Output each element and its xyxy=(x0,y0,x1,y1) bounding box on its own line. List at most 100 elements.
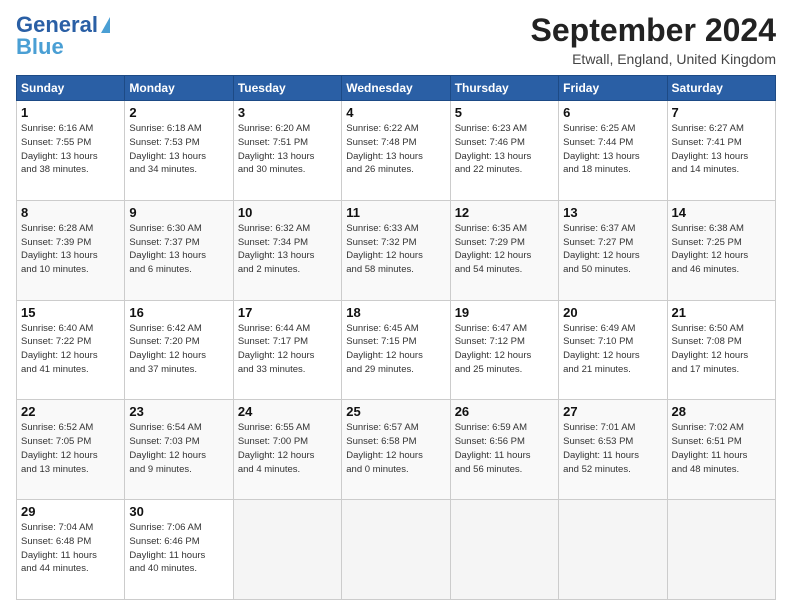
day-info: Sunrise: 6:18 AMSunset: 7:53 PMDaylight:… xyxy=(129,122,228,177)
day-cell-17: 17 Sunrise: 6:44 AMSunset: 7:17 PMDayligh… xyxy=(233,300,341,400)
logo-blue: Blue xyxy=(16,34,64,60)
day-cell-21: 21 Sunrise: 6:50 AMSunset: 7:08 PMDayligh… xyxy=(667,300,775,400)
day-number: 1 xyxy=(21,105,120,120)
day-cell-14: 14Sunrise: 6:38 AMSunset: 7:25 PMDayligh… xyxy=(667,200,775,300)
day-number: 22 xyxy=(21,404,120,419)
empty-cell xyxy=(667,500,775,600)
day-number: 15 xyxy=(21,305,120,320)
logo-triangle-icon xyxy=(101,17,110,33)
header: General Blue September 2024 Etwall, Engl… xyxy=(16,12,776,67)
title-block: September 2024 Etwall, England, United K… xyxy=(531,12,776,67)
day-number: 20 xyxy=(563,305,662,320)
day-cell-2: 2 Sunrise: 6:18 AMSunset: 7:53 PMDaylight… xyxy=(125,101,233,201)
day-info: Sunrise: 6:20 AMSunset: 7:51 PMDaylight:… xyxy=(238,122,337,177)
day-number: 17 xyxy=(238,305,337,320)
day-number: 8 xyxy=(21,205,120,220)
day-info: Sunrise: 6:28 AMSunset: 7:39 PMDaylight:… xyxy=(21,222,120,277)
day-number: 10 xyxy=(238,205,337,220)
day-info: Sunrise: 6:32 AMSunset: 7:34 PMDaylight:… xyxy=(238,222,337,277)
day-number: 11 xyxy=(346,205,445,220)
day-info: Sunrise: 6:33 AMSunset: 7:32 PMDaylight:… xyxy=(346,222,445,277)
day-info: Sunrise: 6:37 AMSunset: 7:27 PMDaylight:… xyxy=(563,222,662,277)
main-title: September 2024 xyxy=(531,12,776,49)
day-info: Sunrise: 6:57 AMSunset: 6:58 PMDaylight:… xyxy=(346,421,445,476)
day-info: Sunrise: 6:22 AMSunset: 7:48 PMDaylight:… xyxy=(346,122,445,177)
day-number: 28 xyxy=(672,404,771,419)
day-number: 21 xyxy=(672,305,771,320)
day-info: Sunrise: 7:06 AMSunset: 6:46 PMDaylight:… xyxy=(129,521,228,576)
day-cell-28: 28 Sunrise: 7:02 AMSunset: 6:51 PMDayligh… xyxy=(667,400,775,500)
day-cell-5: 5Sunrise: 6:23 AMSunset: 7:46 PMDaylight… xyxy=(450,101,558,201)
day-number: 24 xyxy=(238,404,337,419)
day-number: 23 xyxy=(129,404,228,419)
day-number: 13 xyxy=(563,205,662,220)
week-row-3: 15 Sunrise: 6:40 AMSunset: 7:22 PMDayligh… xyxy=(17,300,776,400)
day-cell-25: 25 Sunrise: 6:57 AMSunset: 6:58 PMDayligh… xyxy=(342,400,450,500)
day-number: 12 xyxy=(455,205,554,220)
day-cell-22: 22 Sunrise: 6:52 AMSunset: 7:05 PMDayligh… xyxy=(17,400,125,500)
day-number: 4 xyxy=(346,105,445,120)
day-info: Sunrise: 6:54 AMSunset: 7:03 PMDaylight:… xyxy=(129,421,228,476)
col-header-saturday: Saturday xyxy=(667,76,775,101)
day-number: 19 xyxy=(455,305,554,320)
day-cell-18: 18 Sunrise: 6:45 AMSunset: 7:15 PMDayligh… xyxy=(342,300,450,400)
day-cell-26: 26 Sunrise: 6:59 AMSunset: 6:56 PMDayligh… xyxy=(450,400,558,500)
day-info: Sunrise: 7:02 AMSunset: 6:51 PMDaylight:… xyxy=(672,421,771,476)
day-info: Sunrise: 6:16 AMSunset: 7:55 PMDaylight:… xyxy=(21,122,120,177)
day-info: Sunrise: 6:52 AMSunset: 7:05 PMDaylight:… xyxy=(21,421,120,476)
day-number: 7 xyxy=(672,105,771,120)
col-header-wednesday: Wednesday xyxy=(342,76,450,101)
day-cell-10: 10 Sunrise: 6:32 AMSunset: 7:34 PMDayligh… xyxy=(233,200,341,300)
day-cell-1: 1 Sunrise: 6:16 AMSunset: 7:55 PMDaylight… xyxy=(17,101,125,201)
week-row-5: 29 Sunrise: 7:04 AMSunset: 6:48 PMDayligh… xyxy=(17,500,776,600)
empty-cell xyxy=(342,500,450,600)
col-header-friday: Friday xyxy=(559,76,667,101)
day-number: 27 xyxy=(563,404,662,419)
day-number: 29 xyxy=(21,504,120,519)
empty-cell xyxy=(450,500,558,600)
day-info: Sunrise: 6:45 AMSunset: 7:15 PMDaylight:… xyxy=(346,322,445,377)
day-info: Sunrise: 6:55 AMSunset: 7:00 PMDaylight:… xyxy=(238,421,337,476)
day-info: Sunrise: 6:49 AMSunset: 7:10 PMDaylight:… xyxy=(563,322,662,377)
day-cell-13: 13 Sunrise: 6:37 AMSunset: 7:27 PMDayligh… xyxy=(559,200,667,300)
day-cell-19: 19 Sunrise: 6:47 AMSunset: 7:12 PMDayligh… xyxy=(450,300,558,400)
day-number: 2 xyxy=(129,105,228,120)
day-cell-15: 15 Sunrise: 6:40 AMSunset: 7:22 PMDayligh… xyxy=(17,300,125,400)
day-cell-3: 3 Sunrise: 6:20 AMSunset: 7:51 PMDaylight… xyxy=(233,101,341,201)
day-number: 26 xyxy=(455,404,554,419)
day-number: 25 xyxy=(346,404,445,419)
day-info: Sunrise: 7:04 AMSunset: 6:48 PMDaylight:… xyxy=(21,521,120,576)
day-info: Sunrise: 6:40 AMSunset: 7:22 PMDaylight:… xyxy=(21,322,120,377)
subtitle: Etwall, England, United Kingdom xyxy=(531,51,776,67)
day-cell-8: 8 Sunrise: 6:28 AMSunset: 7:39 PMDaylight… xyxy=(17,200,125,300)
day-info: Sunrise: 6:59 AMSunset: 6:56 PMDaylight:… xyxy=(455,421,554,476)
day-cell-9: 9Sunrise: 6:30 AMSunset: 7:37 PMDaylight… xyxy=(125,200,233,300)
empty-cell xyxy=(233,500,341,600)
day-info: Sunrise: 6:27 AMSunset: 7:41 PMDaylight:… xyxy=(672,122,771,177)
day-number: 5 xyxy=(455,105,554,120)
day-info: Sunrise: 6:44 AMSunset: 7:17 PMDaylight:… xyxy=(238,322,337,377)
day-info: Sunrise: 6:25 AMSunset: 7:44 PMDaylight:… xyxy=(563,122,662,177)
day-number: 16 xyxy=(129,305,228,320)
day-cell-24: 24 Sunrise: 6:55 AMSunset: 7:00 PMDayligh… xyxy=(233,400,341,500)
day-cell-20: 20 Sunrise: 6:49 AMSunset: 7:10 PMDayligh… xyxy=(559,300,667,400)
col-header-thursday: Thursday xyxy=(450,76,558,101)
day-info: Sunrise: 6:35 AMSunset: 7:29 PMDaylight:… xyxy=(455,222,554,277)
day-info: Sunrise: 6:47 AMSunset: 7:12 PMDaylight:… xyxy=(455,322,554,377)
day-cell-6: 6 Sunrise: 6:25 AMSunset: 7:44 PMDaylight… xyxy=(559,101,667,201)
day-number: 9 xyxy=(129,205,228,220)
empty-cell xyxy=(559,500,667,600)
day-cell-11: 11 Sunrise: 6:33 AMSunset: 7:32 PMDayligh… xyxy=(342,200,450,300)
day-cell-7: 7 Sunrise: 6:27 AMSunset: 7:41 PMDaylight… xyxy=(667,101,775,201)
calendar-header-row: SundayMondayTuesdayWednesdayThursdayFrid… xyxy=(17,76,776,101)
day-number: 3 xyxy=(238,105,337,120)
col-header-tuesday: Tuesday xyxy=(233,76,341,101)
day-info: Sunrise: 6:38 AMSunset: 7:25 PMDaylight:… xyxy=(672,222,771,277)
day-info: Sunrise: 6:50 AMSunset: 7:08 PMDaylight:… xyxy=(672,322,771,377)
calendar-table: SundayMondayTuesdayWednesdayThursdayFrid… xyxy=(16,75,776,600)
day-info: Sunrise: 6:42 AMSunset: 7:20 PMDaylight:… xyxy=(129,322,228,377)
logo: General Blue xyxy=(16,12,110,60)
day-number: 6 xyxy=(563,105,662,120)
day-number: 30 xyxy=(129,504,228,519)
day-number: 18 xyxy=(346,305,445,320)
